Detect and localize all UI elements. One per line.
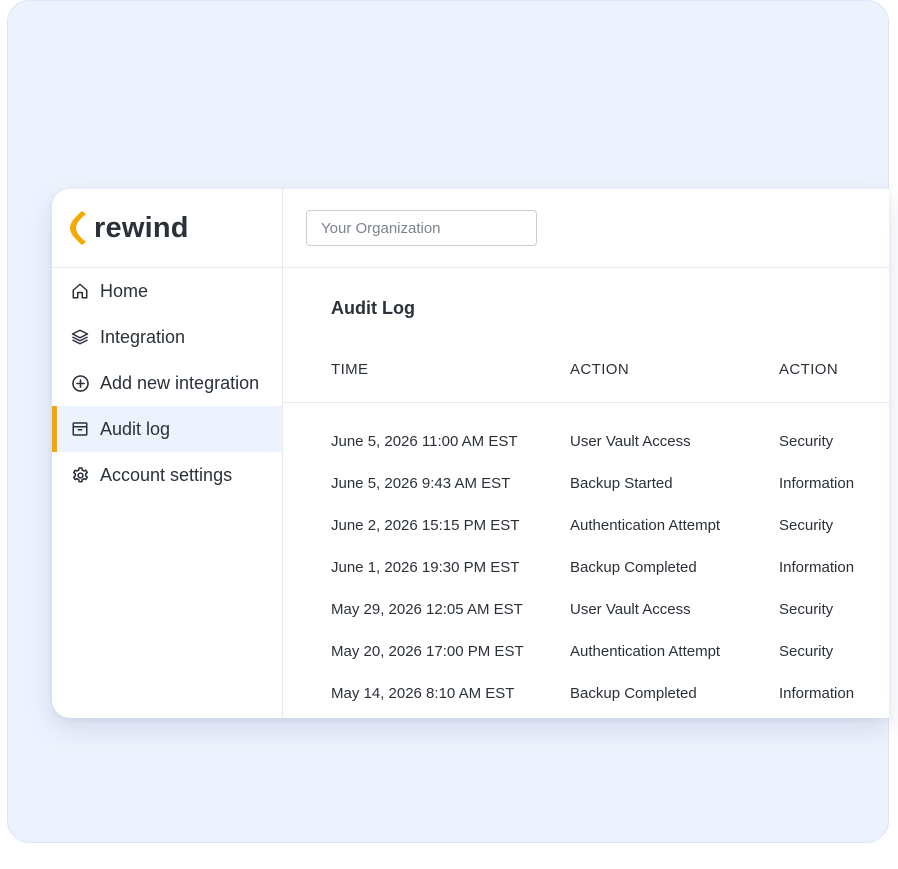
table-row: June 2, 2026 15:15 PM EST Authentication… (283, 507, 889, 549)
table-row: June 5, 2026 9:43 AM EST Backup Started … (283, 465, 889, 507)
cell-type: Information (779, 559, 855, 576)
layers-icon (70, 327, 90, 347)
topbar (283, 189, 889, 268)
cell-time: May 20, 2026 17:00 PM EST (331, 643, 524, 660)
sidebar: rewind Home Integration Add new integrat… (52, 189, 283, 718)
brand-name: rewind (94, 212, 189, 244)
table-row: May 20, 2026 17:00 PM EST Authentication… (283, 633, 889, 675)
sidebar-item-audit-log[interactable]: Audit log (52, 406, 282, 452)
table-row: May 14, 2026 8:10 AM EST Backup Complete… (283, 675, 889, 717)
cell-action: Authentication Attempt (570, 517, 721, 534)
cell-type: Security (779, 517, 834, 534)
plus-circle-icon (70, 373, 90, 393)
table-row: June 5, 2026 11:00 AM EST User Vault Acc… (283, 423, 889, 465)
cell-action: User Vault Access (570, 601, 691, 618)
cell-action: User Vault Access (570, 433, 691, 450)
logo-area: rewind (52, 189, 282, 268)
cell-action: Backup Started (570, 475, 673, 492)
cell-type: Security (779, 601, 834, 618)
sidebar-item-label: Add new integration (100, 372, 260, 393)
sidebar-item-label: Account settings (100, 464, 233, 485)
sidebar-item-integration[interactable]: Integration (52, 314, 282, 360)
sidebar-item-account-settings[interactable]: Account settings (52, 452, 282, 498)
app-window: rewind Home Integration Add new integrat… (52, 189, 889, 718)
cell-time: June 5, 2026 9:43 AM EST (331, 475, 511, 492)
table-row: May 29, 2026 12:05 AM EST User Vault Acc… (283, 591, 889, 633)
page-title: Audit Log (331, 298, 415, 318)
sidebar-item-home[interactable]: Home (52, 268, 282, 314)
table-body: June 5, 2026 11:00 AM EST User Vault Acc… (283, 423, 889, 717)
gear-icon (70, 465, 90, 485)
cell-action: Authentication Attempt (570, 643, 721, 660)
sidebar-item-label: Integration (100, 326, 186, 347)
cell-type: Information (779, 685, 855, 702)
column-header-type: ACTION (779, 361, 839, 378)
cell-time: May 29, 2026 12:05 AM EST (331, 601, 523, 618)
rewind-logo-icon (70, 211, 86, 245)
cell-type: Security (779, 643, 834, 660)
sidebar-item-label: Home (100, 280, 149, 301)
column-header-time: TIME (331, 361, 369, 378)
sidebar-item-label: Audit log (100, 418, 171, 439)
column-header-action: ACTION (570, 361, 630, 378)
home-icon (70, 281, 90, 301)
sidebar-item-add-new-integration[interactable]: Add new integration (52, 360, 282, 406)
audit-log-panel: Audit Log TIME ACTION ACTION June 5, 202… (283, 268, 889, 718)
cell-time: June 1, 2026 19:30 PM EST (331, 559, 520, 576)
sidebar-nav: Home Integration Add new integration Aud… (52, 268, 282, 498)
cell-action: Backup Completed (570, 559, 697, 576)
cell-type: Information (779, 475, 855, 492)
cell-time: June 5, 2026 11:00 AM EST (331, 433, 518, 450)
organization-input[interactable] (306, 210, 537, 246)
cell-time: May 14, 2026 8:10 AM EST (331, 685, 515, 702)
cell-type: Security (779, 433, 834, 450)
cell-action: Backup Completed (570, 685, 697, 702)
archive-icon (70, 419, 90, 439)
cell-time: June 2, 2026 15:15 PM EST (331, 517, 520, 534)
table-row: June 1, 2026 19:30 PM EST Backup Complet… (283, 549, 889, 591)
table-header: TIME ACTION ACTION (283, 351, 889, 403)
